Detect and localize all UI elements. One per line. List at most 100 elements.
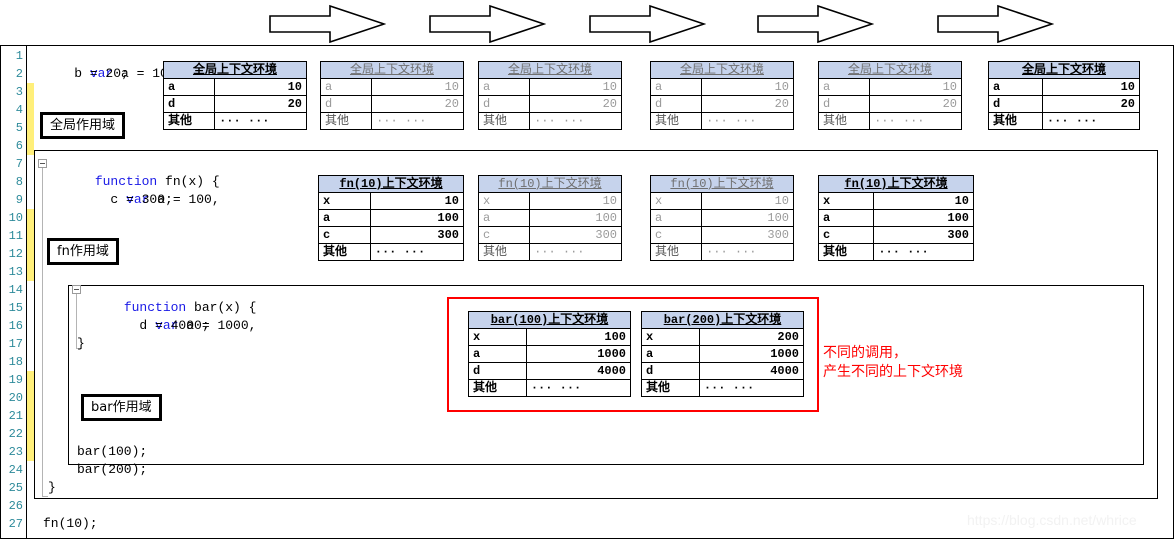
var-name: 其他 [468,379,527,397]
var-value: 1000 [698,345,805,363]
context-table-header: fn(10)上下文环境 [650,175,794,193]
table-row: 其他 ··· ··· [318,243,465,261]
line-number: 10 [8,211,23,225]
var-value: 10 [369,192,465,210]
var-name: a [817,78,871,96]
table-row: c 300 [318,226,465,244]
var-name: d [649,95,703,113]
line-number: 2 [15,67,23,81]
table-row: x 10 [817,192,974,210]
var-value: 4000 [698,362,805,380]
code-line-9: c = 300; [48,191,172,209]
code-line-2: b = 20; [43,65,129,83]
line-number: 16 [8,319,23,333]
fold-guide-fn [42,168,43,496]
var-name: a [318,209,371,227]
line-number: 14 [8,283,23,297]
context-table-header: bar(200)上下文环境 [641,311,804,329]
table-row: d 20 [988,95,1141,113]
var-name: 其他 [477,112,531,130]
context-table-header: 全局上下文环境 [163,61,307,79]
var-name: a [649,78,703,96]
arrow-right-icon [937,4,1054,44]
change-marker-bar [27,371,34,461]
arrow-right-icon [269,4,386,44]
var-value: ··· ··· [214,112,307,130]
code-line-23: bar(100); [77,443,147,461]
line-number: 26 [8,499,23,513]
flow-arrow-3 [588,4,706,44]
line-number-gutter: 1 2 3 4 5 6 7 8 9 10 11 12 13 14 15 16 1… [1,46,27,538]
var-value: ··· ··· [869,112,962,130]
code-text: b = 20; [43,66,129,81]
table-row: a 1000 [468,345,632,363]
table-row: d 20 [817,95,962,113]
annotation-different-calls: 不同的调用， 产生不同的上下文环境 [823,345,963,380]
var-value: 10 [214,78,307,96]
table-row: a 100 [649,209,794,227]
var-value: 20 [371,95,464,113]
var-value: ··· ··· [525,379,632,397]
table-row: 其他 ··· ··· [649,112,794,130]
table-row: a 100 [318,209,465,227]
var-name: d [641,362,700,380]
var-value: ··· ··· [371,112,464,130]
flow-arrow-4 [756,4,874,44]
change-marker-fn [27,209,34,281]
context-table-global-3: 全局上下文环境 a 10 d 20 其他 ··· ··· [477,61,622,130]
line-number: 11 [8,229,23,243]
scope-label-global: 全局作用域 [40,112,126,139]
table-row: x 200 [641,328,805,346]
var-name: d [319,95,373,113]
table-row: x 10 [649,192,794,210]
table-row: c 300 [649,226,794,244]
var-name: 其他 [817,112,871,130]
context-table-fn-2: fn(10)上下文环境 x 10 a 100 c 300 其他 ··· ··· [477,175,622,261]
context-table-header: 全局上下文环境 [320,61,464,79]
line-number: 5 [15,121,23,135]
var-value: 300 [369,226,465,244]
line-number: 20 [8,391,23,405]
line-number: 8 [15,175,23,189]
table-row: 其他 ··· ··· [477,243,622,261]
var-value: 1000 [525,345,632,363]
table-row: x 10 [318,192,465,210]
var-value: 100 [873,209,974,227]
var-value: 300 [701,226,794,244]
var-value: 20 [869,95,962,113]
var-name: a [641,345,700,363]
line-number: 1 [15,49,23,63]
var-value: 100 [369,209,465,227]
code-text: fn(10); [43,516,98,531]
table-row: a 10 [649,78,794,96]
var-name: c [649,226,703,244]
table-row: a 10 [319,78,464,96]
line-number: 3 [15,85,23,99]
line-number: 23 [8,445,23,459]
table-row: d 20 [649,95,794,113]
var-value: 300 [529,226,622,244]
line-number: 18 [8,355,23,369]
var-value: 10 [1041,78,1141,96]
context-table-global-2: 全局上下文环境 a 10 d 20 其他 ··· ··· [319,61,464,130]
var-name: x [641,328,700,346]
context-table-global-1: 全局上下文环境 a 10 d 20 其他 ··· ··· [162,61,307,130]
table-row: c 300 [477,226,622,244]
var-value: 20 [701,95,794,113]
table-row: 其他 ··· ··· [649,243,794,261]
flow-arrow-5 [936,4,1054,44]
var-value: ··· ··· [698,379,805,397]
var-name: d [817,95,871,113]
context-table-header: 全局上下文环境 [650,61,794,79]
var-value: ··· ··· [873,243,974,261]
var-name: c [318,226,371,244]
line-number: 6 [15,139,23,153]
fold-toggle-fn[interactable] [38,159,47,168]
watermark: https://blog.csdn.net/whrice [967,512,1137,528]
context-table-header: 全局上下文环境 [478,61,622,79]
slide-root: 1 2 3 4 5 6 7 8 9 10 11 12 13 14 15 16 1… [0,0,1176,541]
var-name: a [649,209,703,227]
table-row: d 20 [162,95,307,113]
code-line-16: d = 4000; [77,317,209,335]
context-table-header: fn(10)上下文环境 [318,175,464,193]
